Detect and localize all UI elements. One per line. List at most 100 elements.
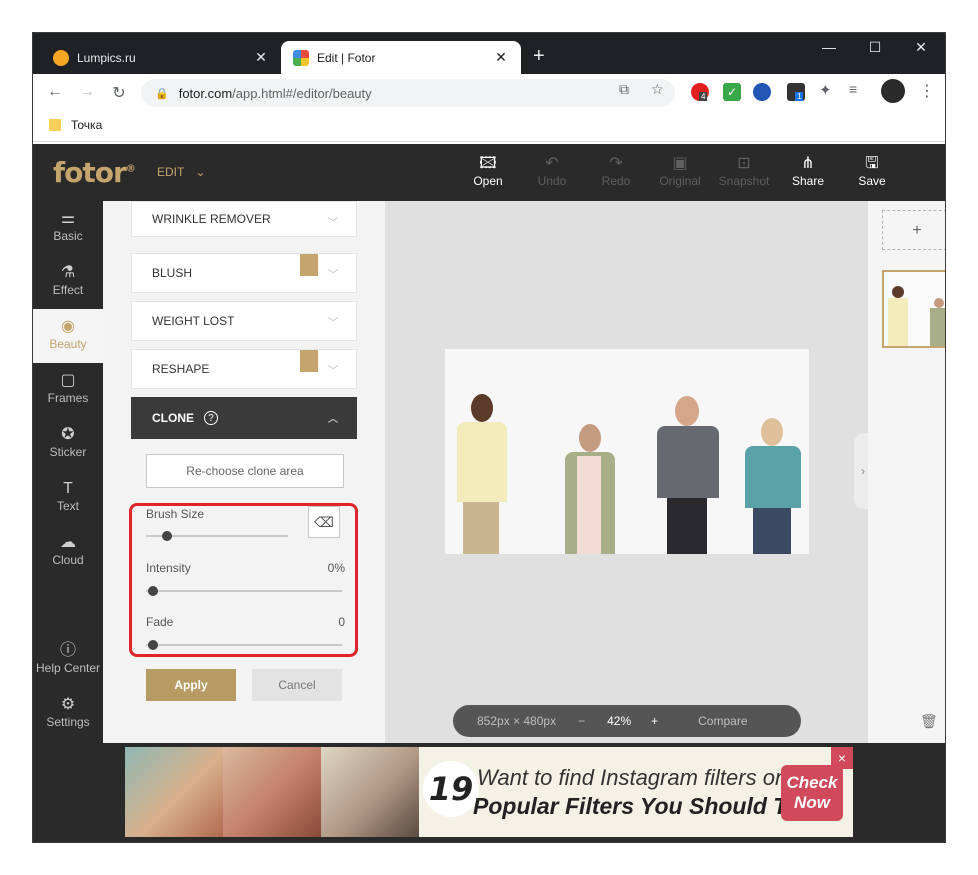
help-circle-icon: ⓘ xyxy=(59,642,76,659)
photo-person xyxy=(741,418,805,554)
undo-label: Undo xyxy=(537,174,567,188)
ad-number: 19 xyxy=(423,761,479,817)
cancel-button[interactable]: Cancel xyxy=(252,669,342,701)
star-sticker-icon: ✪ xyxy=(61,426,75,443)
address-bar[interactable]: 🔒 fotor.com/app.html#/editor/beauty xyxy=(141,79,675,107)
highlight-annotation xyxy=(129,503,358,657)
nav-label: Basic xyxy=(53,229,83,243)
tab-lumpics[interactable]: Lumpics.ru ✕ xyxy=(41,41,281,74)
trash-icon[interactable]: 🗑 xyxy=(920,713,938,730)
gear-icon: ⚙ xyxy=(60,696,76,713)
nav-sticker[interactable]: ✪ Sticker xyxy=(33,417,103,471)
photo-person xyxy=(653,396,723,554)
nav-effect[interactable]: ⚗ Effect xyxy=(33,255,103,309)
browser-toolbar: ← → ↻ 🔒 fotor.com/app.html#/editor/beaut… xyxy=(33,74,945,112)
close-window-icon[interactable]: ✕ xyxy=(909,39,933,56)
compare-button[interactable]: Compare xyxy=(698,714,747,728)
ad-image xyxy=(223,747,321,837)
bookmark-item[interactable]: Точка xyxy=(49,118,102,132)
undo-icon: ↶ xyxy=(545,155,559,172)
accordion-label: WEIGHT LOST xyxy=(152,314,235,328)
chevron-down-icon: ﹀ xyxy=(328,270,338,281)
profile-avatar[interactable] xyxy=(881,79,905,103)
tab-title: Edit | Fotor xyxy=(317,50,376,65)
accordion-wrinkle-remover[interactable]: WRINKLE REMOVER ﹀ xyxy=(131,201,357,237)
original-label: Original xyxy=(659,174,701,188)
lumpics-favicon-icon xyxy=(53,49,69,66)
frame-icon: ▢ xyxy=(60,372,76,389)
browser-window: Lumpics.ru ✕ Edit | Fotor ✕ + — ☐ ✕ ← → … xyxy=(32,32,946,843)
advertisement-banner[interactable]: 19 Want to find Instagram filters online… xyxy=(125,747,853,837)
apply-button[interactable]: Apply xyxy=(146,669,236,701)
editor-canvas: › 852px × 480px − 42% + Compare xyxy=(385,201,872,743)
original-button[interactable]: ▣ Original xyxy=(652,154,708,188)
ad-close-icon[interactable]: × xyxy=(831,747,853,769)
maximize-icon[interactable]: ☐ xyxy=(863,39,887,56)
fotor-logo[interactable]: fotor® xyxy=(53,156,136,189)
add-image-button[interactable]: + xyxy=(882,210,945,250)
nav-text[interactable]: T Text xyxy=(33,471,103,525)
nav-settings[interactable]: ⚙ Settings xyxy=(33,687,103,741)
globe-extension-icon[interactable] xyxy=(753,83,771,101)
chevron-down-icon: ﹀ xyxy=(328,218,338,229)
menu-kebab-icon[interactable]: ⋮ xyxy=(919,81,935,101)
nav-help-center[interactable]: ⓘ Help Center xyxy=(33,633,103,687)
cube-extension-icon[interactable]: 1 xyxy=(787,83,805,101)
tab-close-icon[interactable]: ✕ xyxy=(493,49,509,66)
bookmarks-bar: Точка xyxy=(33,112,945,142)
checkmark-extension-icon[interactable]: ✓ xyxy=(723,83,741,101)
share-button[interactable]: ⋔ Share xyxy=(780,154,836,188)
lock-icon: 🔒 xyxy=(155,87,169,100)
chevron-down-icon: ﹀ xyxy=(328,366,338,377)
nav-cloud[interactable]: ☁ Cloud xyxy=(33,525,103,579)
nav-frames[interactable]: ▢ Frames xyxy=(33,363,103,417)
image-list-panel: + 🗑 xyxy=(868,201,945,743)
opera-extension-icon[interactable]: 4 xyxy=(691,83,709,101)
new-tab-button[interactable]: + xyxy=(533,45,545,68)
snapshot-button[interactable]: ⊡ Snapshot xyxy=(716,154,772,188)
zoom-in-button[interactable]: + xyxy=(651,714,658,728)
bookmark-star-icon[interactable]: ☆ xyxy=(651,81,664,98)
nav-label: Frames xyxy=(47,391,89,405)
accordion-blush[interactable]: BLUSH ﹀ xyxy=(131,253,357,293)
reload-icon[interactable]: ↻ xyxy=(109,83,129,103)
edit-menu-dropdown[interactable]: EDIT ⌄ xyxy=(157,165,206,179)
redo-button[interactable]: ↷ Redo xyxy=(588,154,644,188)
tab-title: Lumpics.ru xyxy=(77,50,136,65)
open-button[interactable]: 🖾 Open xyxy=(460,154,516,188)
accordion-weight-lost[interactable]: WEIGHT LOST ﹀ xyxy=(131,301,357,341)
cta-line2: Now xyxy=(794,793,830,812)
save-button[interactable]: 🖫 Save xyxy=(844,154,900,188)
sliders-icon: ⚌ xyxy=(60,210,76,227)
extension-badge: 4 xyxy=(699,92,708,101)
photo-preview[interactable] xyxy=(445,349,809,554)
fotor-header: fotor® EDIT ⌄ 🖾 Open ↶ Undo ↷ Redo ▣ Ori… xyxy=(33,144,945,201)
edit-menu-label: EDIT xyxy=(157,165,185,179)
chevron-up-icon: ︿ xyxy=(328,414,338,425)
media-queue-icon[interactable]: ≡ xyxy=(849,81,857,97)
accordion-reshape[interactable]: RESHAPE ﹀ xyxy=(131,349,357,389)
forward-arrow-icon[interactable]: → xyxy=(77,83,97,101)
zoom-out-button[interactable]: − xyxy=(578,714,585,728)
back-arrow-icon[interactable]: ← xyxy=(45,83,65,101)
ad-check-now-button[interactable]: Check Now xyxy=(781,765,843,821)
puzzle-extensions-icon[interactable]: ✦ xyxy=(819,81,832,99)
nav-beauty[interactable]: ◉ Beauty xyxy=(33,309,103,363)
tab-fotor[interactable]: Edit | Fotor ✕ xyxy=(281,41,521,74)
accordion-clone[interactable]: CLONE ? ︿ xyxy=(131,397,357,439)
rechoose-clone-area-button[interactable]: Re-choose clone area xyxy=(146,454,344,488)
url-host: fotor.com xyxy=(178,85,233,101)
nav-label: Settings xyxy=(46,715,90,729)
snapshot-label: Snapshot xyxy=(718,174,770,188)
logo-text: fotor xyxy=(53,156,127,189)
nav-basic[interactable]: ⚌ Basic xyxy=(33,201,103,255)
image-thumbnail[interactable] xyxy=(882,270,945,348)
translate-icon[interactable]: ⧉ xyxy=(619,81,629,98)
open-label: Open xyxy=(473,174,503,188)
bookmark-label: Точка xyxy=(71,118,103,132)
undo-button[interactable]: ↶ Undo xyxy=(524,154,580,188)
tab-close-icon[interactable]: ✕ xyxy=(253,49,269,66)
minimize-icon[interactable]: — xyxy=(817,39,841,55)
help-question-icon[interactable]: ? xyxy=(204,411,218,425)
fotor-favicon-icon xyxy=(293,49,309,66)
